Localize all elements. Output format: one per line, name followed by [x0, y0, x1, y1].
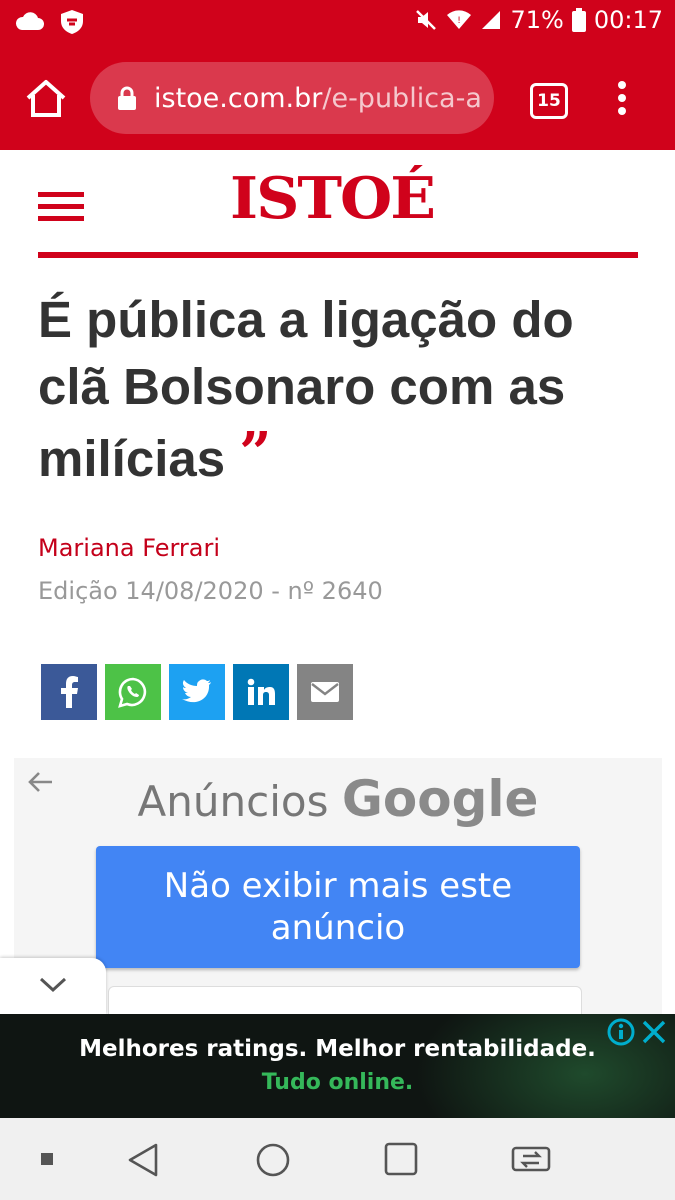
url-text: istoe.com.br/e-publica-a — [154, 83, 482, 114]
menu-kebab-icon[interactable] — [612, 80, 632, 116]
hamburger-menu-icon[interactable] — [38, 192, 84, 222]
article-headline: É pública a ligação do clã Bolsonaro com… — [38, 286, 638, 492]
twitter-icon — [182, 679, 211, 703]
system-nav-bar — [0, 1118, 675, 1200]
address-bar[interactable]: istoe.com.br/e-publica-a — [90, 62, 494, 134]
site-header: ISTOÉ — [0, 150, 675, 262]
share-email-button[interactable] — [297, 664, 353, 720]
battery-percent: 71% — [510, 6, 564, 34]
share-linkedin-button[interactable] — [233, 664, 289, 720]
nav-switch-icon[interactable] — [510, 1142, 552, 1176]
browser-chrome: ! 71% 00:17 istoe.com.br/e-publica-a 15 — [0, 0, 675, 150]
header-divider — [38, 252, 638, 258]
clock: 00:17 — [593, 6, 663, 34]
whatsapp-icon — [118, 677, 147, 708]
nav-back-icon[interactable] — [126, 1142, 160, 1178]
headline-text: É pública a ligação do clã Bolsonaro com… — [38, 291, 574, 487]
article-edition: Edição 14/08/2020 - nº 2640 — [38, 577, 383, 605]
wifi-icon: ! — [447, 10, 472, 29]
share-bar — [41, 664, 353, 720]
battery-icon — [571, 8, 586, 32]
cloud-icon — [16, 12, 44, 30]
share-twitter-button[interactable] — [169, 664, 225, 720]
envelope-icon — [311, 682, 339, 702]
home-icon[interactable] — [24, 78, 68, 118]
google-logo: Google — [341, 770, 539, 828]
share-whatsapp-button[interactable] — [105, 664, 161, 720]
mute-icon — [416, 10, 437, 30]
signal-icon — [482, 11, 501, 29]
nav-recents-icon[interactable] — [384, 1142, 418, 1176]
dot-icon — [41, 1153, 53, 1165]
linkedin-icon — [247, 678, 275, 705]
banner-subline: Tudo online. — [261, 1070, 414, 1095]
banner-ad[interactable]: Melhores ratings. Melhor rentabilidade. … — [0, 1014, 675, 1118]
banner-headline: Melhores ratings. Melhor rentabilidade. — [79, 1036, 596, 1062]
quote-icon: ” — [239, 420, 272, 486]
url-path: /e-publica-a — [322, 82, 482, 114]
collapse-ad-tab[interactable] — [0, 958, 106, 1014]
facebook-icon — [61, 676, 78, 708]
lock-icon — [118, 86, 136, 110]
stop-seeing-ad-button[interactable]: Não exibir mais este anúncio — [96, 846, 580, 968]
url-domain: istoe.com.br — [154, 82, 323, 114]
tab-switcher-button[interactable]: 15 — [530, 83, 568, 119]
site-logo[interactable]: ISTOÉ — [230, 166, 436, 233]
url-bar: istoe.com.br/e-publica-a 15 — [0, 50, 675, 146]
svg-text:!: ! — [458, 16, 462, 26]
nav-home-icon[interactable] — [255, 1142, 291, 1178]
chevron-down-icon — [39, 977, 67, 993]
share-facebook-button[interactable] — [41, 664, 97, 720]
ad-feedback-panel: Anúncios Google Não exibir mais este anú… — [14, 758, 662, 1028]
status-bar: ! 71% 00:17 — [0, 0, 675, 46]
ads-by-google-label: Anúncios Google — [14, 770, 662, 828]
ads-label-text: Anúncios — [137, 777, 329, 826]
article-author[interactable]: Mariana Ferrari — [38, 534, 220, 562]
shield-icon — [61, 10, 83, 34]
